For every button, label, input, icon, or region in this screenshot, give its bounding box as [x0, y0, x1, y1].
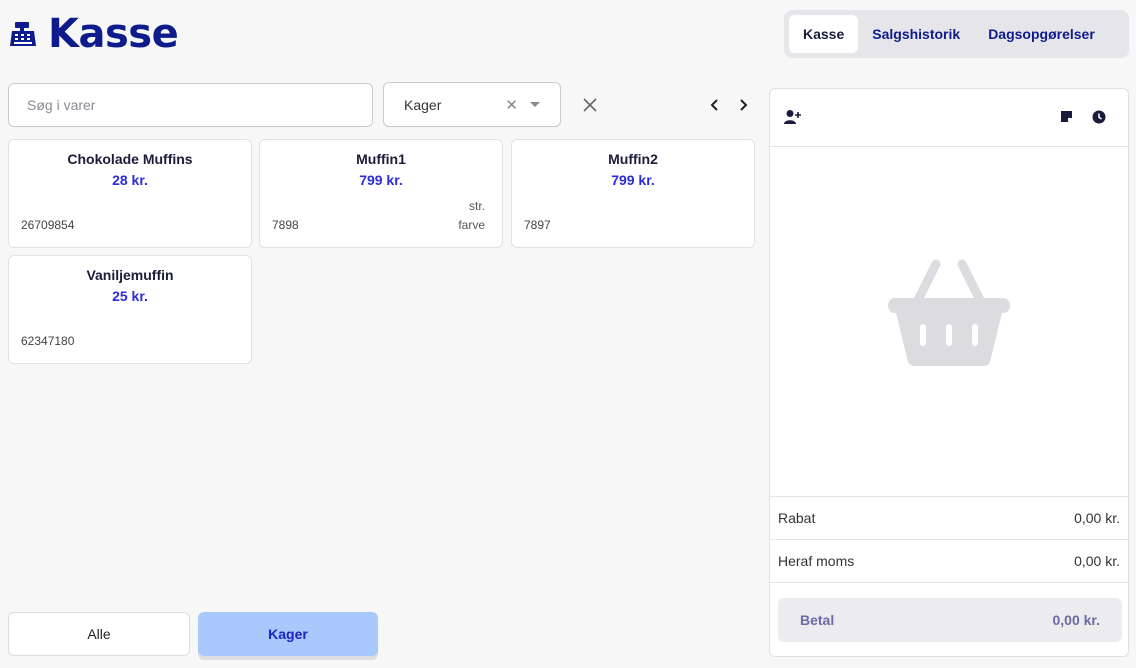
pay-label: Betal: [800, 612, 835, 628]
discount-row: Rabat 0,00 kr.: [770, 496, 1128, 539]
basket-icon: [888, 259, 1010, 366]
tab-kasse[interactable]: Kasse: [789, 15, 859, 53]
product-card[interactable]: Vaniljemuffin 25 kr. 62347180: [8, 255, 252, 364]
main-nav-tabs: Kasse Salgshistorik Dagsopgørelser: [784, 10, 1129, 58]
category-filter-select[interactable]: Kager ✕: [383, 82, 561, 127]
product-sku: 7898: [272, 218, 299, 232]
cart-toolbar: [770, 89, 1128, 147]
product-sku: 62347180: [21, 334, 75, 348]
previous-page-button[interactable]: [706, 95, 724, 115]
note-icon[interactable]: [1060, 110, 1073, 123]
pay-button[interactable]: Betal 0,00 kr.: [778, 598, 1122, 642]
page-title: Kasse: [48, 11, 179, 57]
product-sku: 7897: [524, 218, 551, 232]
product-variant-size: str.: [468, 199, 485, 213]
close-icon: [583, 98, 597, 112]
next-page-button[interactable]: [734, 95, 752, 115]
clear-selection-icon[interactable]: ✕: [505, 96, 518, 114]
product-sku: 26709854: [21, 218, 75, 232]
product-price: 799 kr.: [359, 172, 403, 188]
product-search-input[interactable]: [8, 83, 373, 127]
cash-register-icon: [10, 22, 36, 46]
product-card[interactable]: Muffin1 799 kr. str. 7898 farve: [259, 139, 503, 248]
chevron-down-icon[interactable]: [530, 102, 540, 107]
discount-value: 0,00 kr.: [1074, 510, 1120, 526]
divider: [770, 582, 1128, 583]
cart-panel: Rabat 0,00 kr. Heraf moms 0,00 kr. Betal…: [769, 88, 1129, 657]
add-customer-icon[interactable]: [784, 109, 802, 125]
product-price: 799 kr.: [611, 172, 655, 188]
product-name: Muffin2: [608, 151, 658, 167]
product-card[interactable]: Chokolade Muffins 28 kr. 26709854: [8, 139, 252, 248]
category-button-alle[interactable]: Alle: [8, 612, 190, 656]
product-name: Vaniljemuffin: [86, 267, 174, 283]
clock-icon[interactable]: [1092, 110, 1106, 124]
clear-filter-button[interactable]: [580, 95, 600, 115]
tab-dagsopgorelser[interactable]: Dagsopgørelser: [974, 15, 1109, 53]
product-name: Chokolade Muffins: [67, 151, 193, 167]
vat-value: 0,00 kr.: [1074, 553, 1120, 569]
app-header: Kasse: [8, 10, 179, 58]
product-price: 28 kr.: [112, 172, 148, 188]
category-filter-value: Kager: [404, 96, 442, 113]
vat-row: Heraf moms 0,00 kr.: [770, 539, 1128, 582]
vat-label: Heraf moms: [778, 553, 855, 569]
chevron-left-icon: [710, 99, 718, 111]
tab-salgshistorik[interactable]: Salgshistorik: [858, 15, 974, 53]
discount-label: Rabat: [778, 510, 816, 526]
product-name: Muffin1: [356, 151, 406, 167]
product-price: 25 kr.: [112, 288, 148, 304]
chevron-right-icon: [740, 99, 748, 111]
product-variant-color: farve: [458, 218, 485, 232]
pay-total: 0,00 kr.: [1052, 612, 1101, 628]
product-card[interactable]: Muffin2 799 kr. 7897: [511, 139, 755, 248]
category-button-kager[interactable]: Kager: [198, 612, 378, 656]
